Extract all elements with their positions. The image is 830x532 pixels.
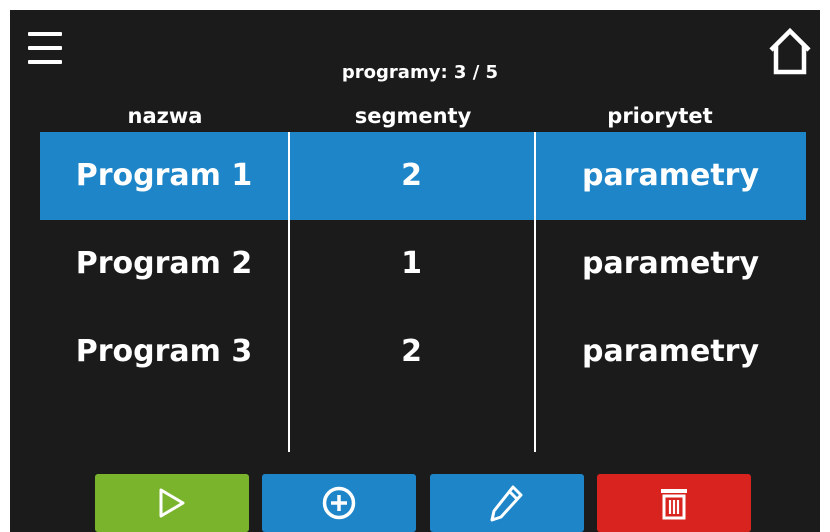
- column-divider: [534, 132, 536, 452]
- program-counter: programy: 3 / 5: [341, 62, 499, 83]
- column-header-priority: priorytet: [607, 104, 713, 128]
- edit-program-button[interactable]: [430, 474, 584, 532]
- column-divider: [288, 132, 290, 452]
- priority-parameters: parametry: [581, 246, 760, 281]
- delete-program-button[interactable]: [597, 474, 751, 532]
- pencil-icon: [490, 485, 523, 522]
- play-button[interactable]: [95, 474, 249, 532]
- segment-count: 2: [401, 334, 422, 369]
- controller-screen: programy: 3 / 5 nazwa segmenty priorytet…: [10, 10, 820, 532]
- column-header-name: nazwa: [127, 104, 203, 128]
- plus-circle-icon: [322, 486, 356, 520]
- table-row[interactable]: Program 1 2 parametry: [40, 132, 806, 220]
- home-icon[interactable]: [768, 26, 812, 76]
- program-name: Program 1: [75, 158, 253, 193]
- trash-icon: [661, 489, 687, 520]
- add-program-button[interactable]: [262, 474, 416, 532]
- table-row[interactable]: Program 3 2 parametry: [40, 308, 806, 396]
- priority-parameters: parametry: [581, 334, 760, 369]
- column-header-segments: segmenty: [354, 104, 472, 128]
- play-icon: [159, 488, 185, 518]
- table-row[interactable]: Program 2 1 parametry: [40, 220, 806, 308]
- program-name: Program 3: [75, 334, 253, 369]
- program-name: Program 2: [75, 246, 253, 281]
- segment-count: 2: [401, 158, 422, 193]
- hamburger-menu-icon[interactable]: [28, 30, 62, 66]
- priority-parameters: parametry: [581, 158, 760, 193]
- segment-count: 1: [401, 246, 422, 281]
